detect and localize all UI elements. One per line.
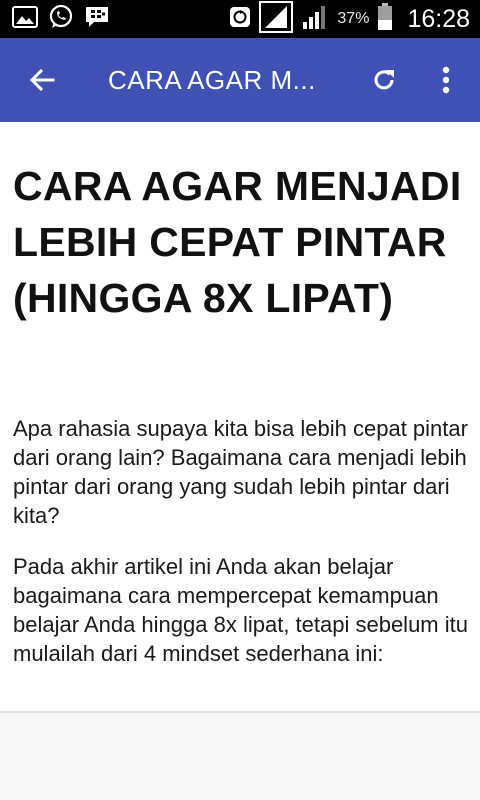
system-icons: 37% 16:28 (229, 0, 470, 38)
refresh-icon (374, 70, 394, 90)
bbm-icon (84, 5, 110, 34)
article-title: CARA AGAR MENJADI LEBIH CEPAT PINTAR (HI… (13, 163, 462, 321)
refresh-button[interactable] (362, 58, 406, 102)
signal-icon (259, 0, 294, 38)
arrow-back-icon (29, 68, 55, 92)
bottom-area (0, 713, 480, 800)
app-bar-title: CARA AGAR M... (108, 65, 316, 95)
article-paragraph: Pada akhir artikel ini Anda akan belajar… (13, 554, 468, 666)
app-bar: CARA AGAR M... (0, 38, 480, 122)
article-content[interactable]: CARA AGAR MENJADI LEBIH CEPAT PINTAR (HI… (0, 122, 480, 712)
battery-percent: 37% (337, 10, 370, 27)
whatsapp-icon (48, 4, 74, 35)
sync-icon (229, 6, 251, 33)
article-paragraph: Apa rahasia supaya kita bisa lebih cepat… (13, 416, 468, 528)
more-vert-icon (442, 66, 450, 94)
notification-icons (12, 4, 110, 35)
back-button[interactable] (20, 58, 64, 102)
clock: 16:28 (407, 4, 470, 33)
signal-icon-2 (301, 4, 329, 35)
status-bar: 37% 16:28 (0, 0, 480, 38)
overflow-menu-button[interactable] (426, 58, 466, 102)
battery-icon (377, 2, 393, 36)
gallery-icon (12, 5, 38, 33)
